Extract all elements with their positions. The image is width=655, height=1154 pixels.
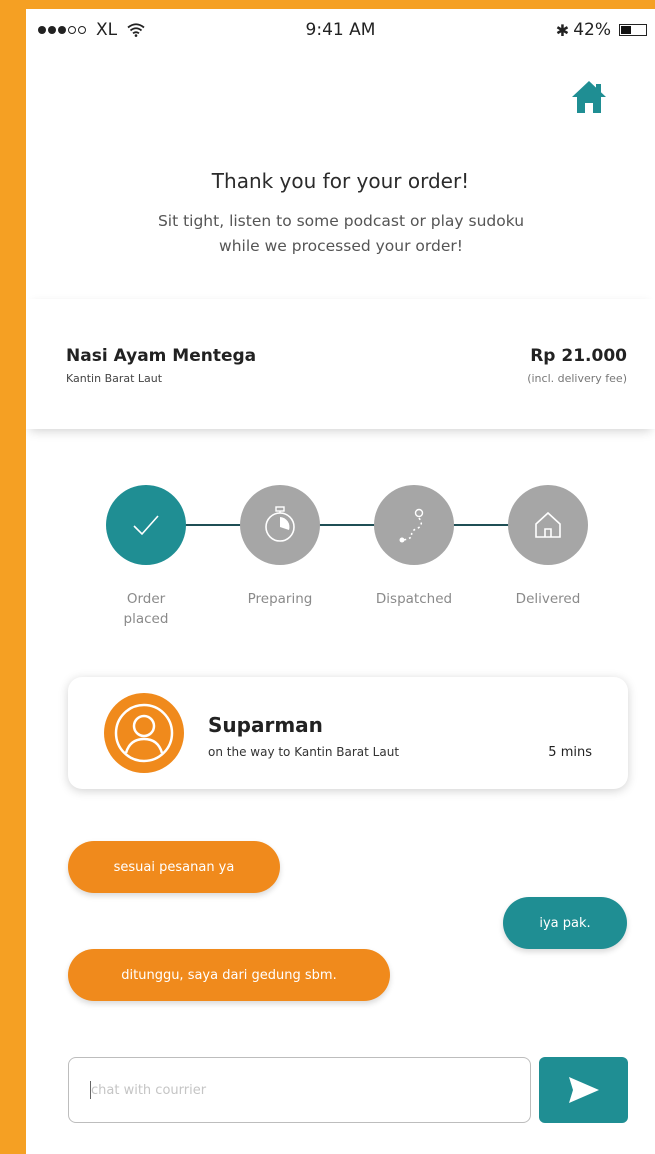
app-screen: XL 9:41 AM ✱ 42% Thank you for your orde… [26, 9, 655, 1154]
subtitle-line: Sit tight, listen to some podcast or pla… [157, 212, 525, 230]
status-bar: XL 9:41 AM ✱ 42% [26, 9, 655, 53]
chat-input[interactable] [68, 1057, 531, 1123]
courier-name: Suparman [208, 713, 323, 737]
courier-status: on the way to Kantin Barat Laut [208, 745, 400, 759]
text-cursor [90, 1081, 91, 1099]
order-progress-tracker: Order placed Preparing Dispatched Delive… [26, 479, 655, 629]
step-label-line: Order [126, 591, 166, 607]
step-preparing [240, 485, 320, 565]
step-label-order-placed: Order placed [91, 589, 201, 629]
home-icon [572, 81, 606, 113]
courier-avatar [104, 693, 184, 773]
route-icon [399, 508, 424, 543]
home-button[interactable] [570, 79, 608, 115]
send-icon [568, 1077, 599, 1103]
chat-bubble-courier: ditunggu, saya dari gedung sbm. [68, 949, 390, 1001]
page-title: Thank you for your order! [211, 169, 470, 193]
courier-card: Suparman on the way to Kantin Barat Laut… [68, 677, 628, 789]
step-label-preparing: Preparing [247, 591, 313, 607]
house-outline-icon [535, 511, 561, 538]
subtitle-line: while we processed your order! [219, 237, 463, 255]
item-venue: Kantin Barat Laut [66, 372, 163, 385]
user-avatar-icon [114, 703, 174, 763]
step-order-placed [106, 485, 186, 565]
progress-line [146, 524, 546, 526]
step-label-delivered: Delivered [515, 591, 581, 607]
battery-percent: 42% [573, 20, 611, 40]
page-subtitle: Sit tight, listen to some podcast or pla… [106, 209, 576, 259]
bluetooth-icon: ✱ [555, 20, 570, 40]
status-right: ✱ 42% [556, 20, 647, 40]
battery-level [621, 26, 631, 34]
item-price: Rp 21.000 [530, 346, 627, 366]
battery-icon [619, 24, 647, 36]
step-label-dispatched: Dispatched [375, 591, 453, 607]
stopwatch-icon [265, 506, 295, 542]
delivery-fee-note: (incl. delivery fee) [527, 372, 627, 385]
order-summary-card: Nasi Ayam Mentega Kantin Barat Laut Rp 2… [26, 299, 655, 429]
chat-bubble-courier: sesuai pesanan ya [68, 841, 280, 893]
chat-bubble-user: iya pak. [503, 897, 627, 949]
check-icon [133, 515, 159, 536]
step-delivered [508, 485, 588, 565]
step-dispatched [374, 485, 454, 565]
send-button[interactable] [539, 1057, 628, 1123]
step-label-line: placed [123, 611, 169, 627]
courier-eta: 5 mins [548, 745, 592, 760]
item-name: Nasi Ayam Mentega [66, 346, 257, 366]
